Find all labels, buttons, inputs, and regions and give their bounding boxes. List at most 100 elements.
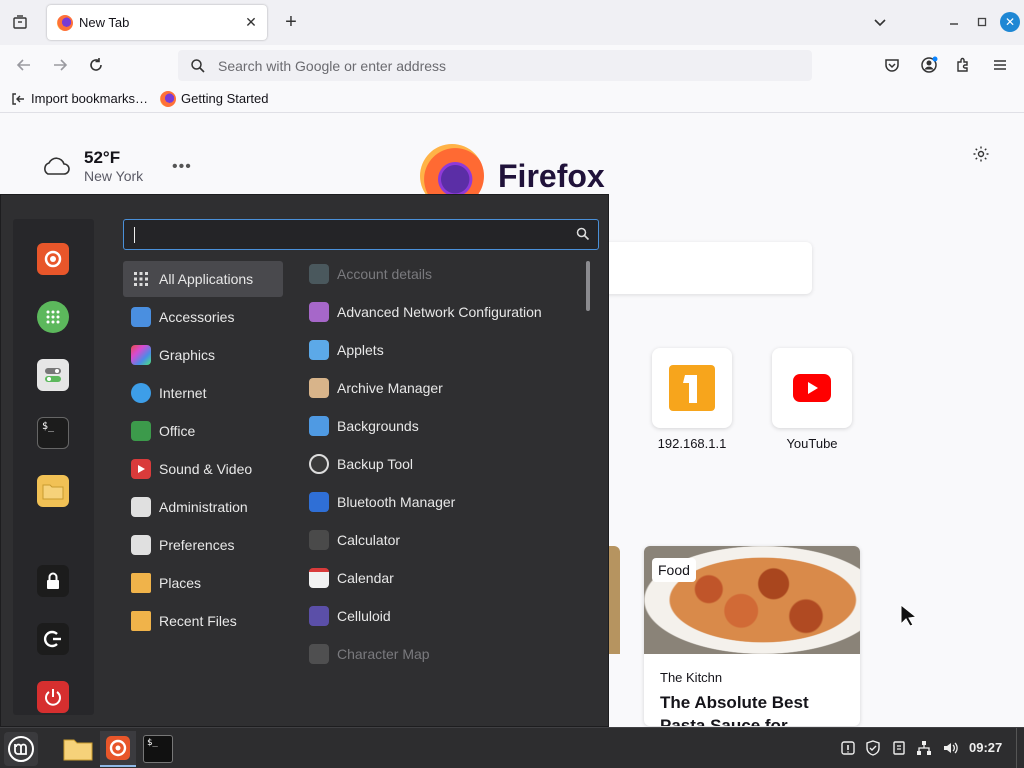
app-label: Applets xyxy=(337,342,384,358)
favorite-software-manager[interactable] xyxy=(37,301,69,333)
app-account-details[interactable]: Account details xyxy=(301,255,581,293)
cloud-icon xyxy=(131,383,151,403)
bluetooth-icon xyxy=(309,492,329,512)
top-site-tile[interactable]: YouTube xyxy=(772,348,852,451)
weather-widget[interactable]: 52°F New York xyxy=(40,148,143,184)
close-icon: ✕ xyxy=(1004,15,1016,29)
lock-screen-button[interactable] xyxy=(37,565,69,597)
taskbar-files-launcher[interactable] xyxy=(60,731,96,767)
taskbar-firefox[interactable] xyxy=(100,731,136,767)
bookmark-import[interactable]: Import bookmarks… xyxy=(10,91,148,107)
app-backup-tool[interactable]: Backup Tool xyxy=(301,445,581,483)
menu-search-input[interactable] xyxy=(132,225,562,245)
category-office[interactable]: Office xyxy=(123,413,283,449)
minimize-button[interactable] xyxy=(944,12,964,32)
account-button[interactable] xyxy=(917,53,941,77)
app-applets[interactable]: Applets xyxy=(301,331,581,369)
logout-button[interactable] xyxy=(37,623,69,655)
reload-icon xyxy=(90,58,102,71)
favorite-system-settings[interactable] xyxy=(37,359,69,391)
network-icon xyxy=(309,302,329,322)
address-bar[interactable] xyxy=(178,50,812,81)
category-administration[interactable]: Administration xyxy=(123,489,283,525)
favorites-sidebar: $_ xyxy=(13,219,94,715)
forward-button[interactable] xyxy=(48,53,72,77)
address-input[interactable] xyxy=(218,57,812,74)
app-character-map[interactable]: Character Map xyxy=(301,635,581,673)
menu-search-box[interactable] xyxy=(123,219,599,250)
tab-bar: New Tab ✕ + ✕ xyxy=(0,0,1024,45)
tab-list-button[interactable] xyxy=(8,10,32,34)
category-label: Sound & Video xyxy=(159,461,253,477)
app-bluetooth-manager[interactable]: Bluetooth Manager xyxy=(301,483,581,521)
chevron-down-icon xyxy=(874,19,886,27)
category-preferences[interactable]: Preferences xyxy=(123,527,283,563)
application-menu: $_ All Applications Accessories Graphics… xyxy=(0,194,609,727)
pocket-button[interactable] xyxy=(880,53,904,77)
app-calendar[interactable]: Calendar xyxy=(301,559,581,597)
category-places[interactable]: Places xyxy=(123,565,283,601)
show-desktop-button[interactable] xyxy=(1016,728,1024,768)
app-menu-button[interactable] xyxy=(988,53,1012,77)
grid-icon xyxy=(46,310,60,324)
tab-close-button[interactable]: ✕ xyxy=(241,13,261,33)
top-site-tile[interactable]: 192.168.1.1 xyxy=(652,348,732,451)
app-celluloid[interactable]: Celluloid xyxy=(301,597,581,635)
taskbar: $_ 09:27 xyxy=(0,727,1024,768)
menu-button[interactable] xyxy=(4,732,38,766)
favorite-firefox[interactable] xyxy=(37,243,69,275)
top-site-icon-box xyxy=(772,348,852,428)
category-internet[interactable]: Internet xyxy=(123,375,283,411)
back-button[interactable] xyxy=(12,53,36,77)
category-accessories[interactable]: Accessories xyxy=(123,299,283,335)
clipboard-icon[interactable] xyxy=(891,740,907,756)
tab-new-tab[interactable]: New Tab ✕ xyxy=(47,5,267,40)
volume-icon[interactable] xyxy=(942,740,958,756)
toggle-icon xyxy=(45,368,61,382)
grid-icon xyxy=(131,269,151,289)
application-list-scrollbar[interactable] xyxy=(586,261,590,311)
close-window-button[interactable]: ✕ xyxy=(1000,12,1020,32)
new-tab-button[interactable]: + xyxy=(280,11,302,33)
category-recent-files[interactable]: Recent Files xyxy=(123,603,283,639)
list-all-tabs-button[interactable] xyxy=(870,12,890,32)
category-label: Office xyxy=(159,423,196,439)
taskbar-terminal-launcher[interactable]: $_ xyxy=(140,731,176,767)
gear-icon xyxy=(973,146,989,162)
toggle-icon xyxy=(131,535,151,555)
terminal-icon: $_ xyxy=(42,421,55,432)
category-all-applications[interactable]: All Applications xyxy=(123,261,283,297)
shutdown-button[interactable] xyxy=(37,681,69,713)
update-manager-icon[interactable] xyxy=(840,740,856,756)
app-backgrounds[interactable]: Backgrounds xyxy=(301,407,581,445)
calculator-icon xyxy=(309,530,329,550)
story-card[interactable]: Food The Kitchn The Absolute Best Pasta … xyxy=(644,546,860,726)
play-icon xyxy=(131,459,151,479)
favorite-files[interactable] xyxy=(37,475,69,507)
category-graphics[interactable]: Graphics xyxy=(123,337,283,373)
app-label: Account details xyxy=(337,266,432,282)
clock[interactable]: 09:27 xyxy=(969,740,1002,755)
bookmark-getting-started[interactable]: Getting Started xyxy=(160,90,269,107)
category-sound-video[interactable]: Sound & Video xyxy=(123,451,283,487)
shield-icon[interactable] xyxy=(865,740,881,756)
app-advanced-network-configuration[interactable]: Advanced Network Configuration xyxy=(301,293,581,331)
firefox-icon xyxy=(106,736,130,760)
favorite-terminal[interactable]: $_ xyxy=(37,417,69,449)
weather-options-button[interactable]: ••• xyxy=(172,158,192,176)
reload-button[interactable] xyxy=(84,53,108,77)
personalize-button[interactable] xyxy=(972,145,994,167)
category-label: Internet xyxy=(159,385,207,401)
network-icon[interactable] xyxy=(916,740,932,756)
minimize-icon xyxy=(950,23,958,25)
celluloid-icon xyxy=(309,606,329,626)
backup-icon xyxy=(309,454,329,474)
extensions-button[interactable] xyxy=(952,53,976,77)
app-calculator[interactable]: Calculator xyxy=(301,521,581,559)
youtube-icon xyxy=(793,374,831,402)
story-topic-badge: Food xyxy=(652,558,696,582)
maximize-button[interactable] xyxy=(972,12,992,32)
newtab-search-box[interactable] xyxy=(600,242,812,294)
app-label: Character Map xyxy=(337,646,430,662)
app-archive-manager[interactable]: Archive Manager xyxy=(301,369,581,407)
